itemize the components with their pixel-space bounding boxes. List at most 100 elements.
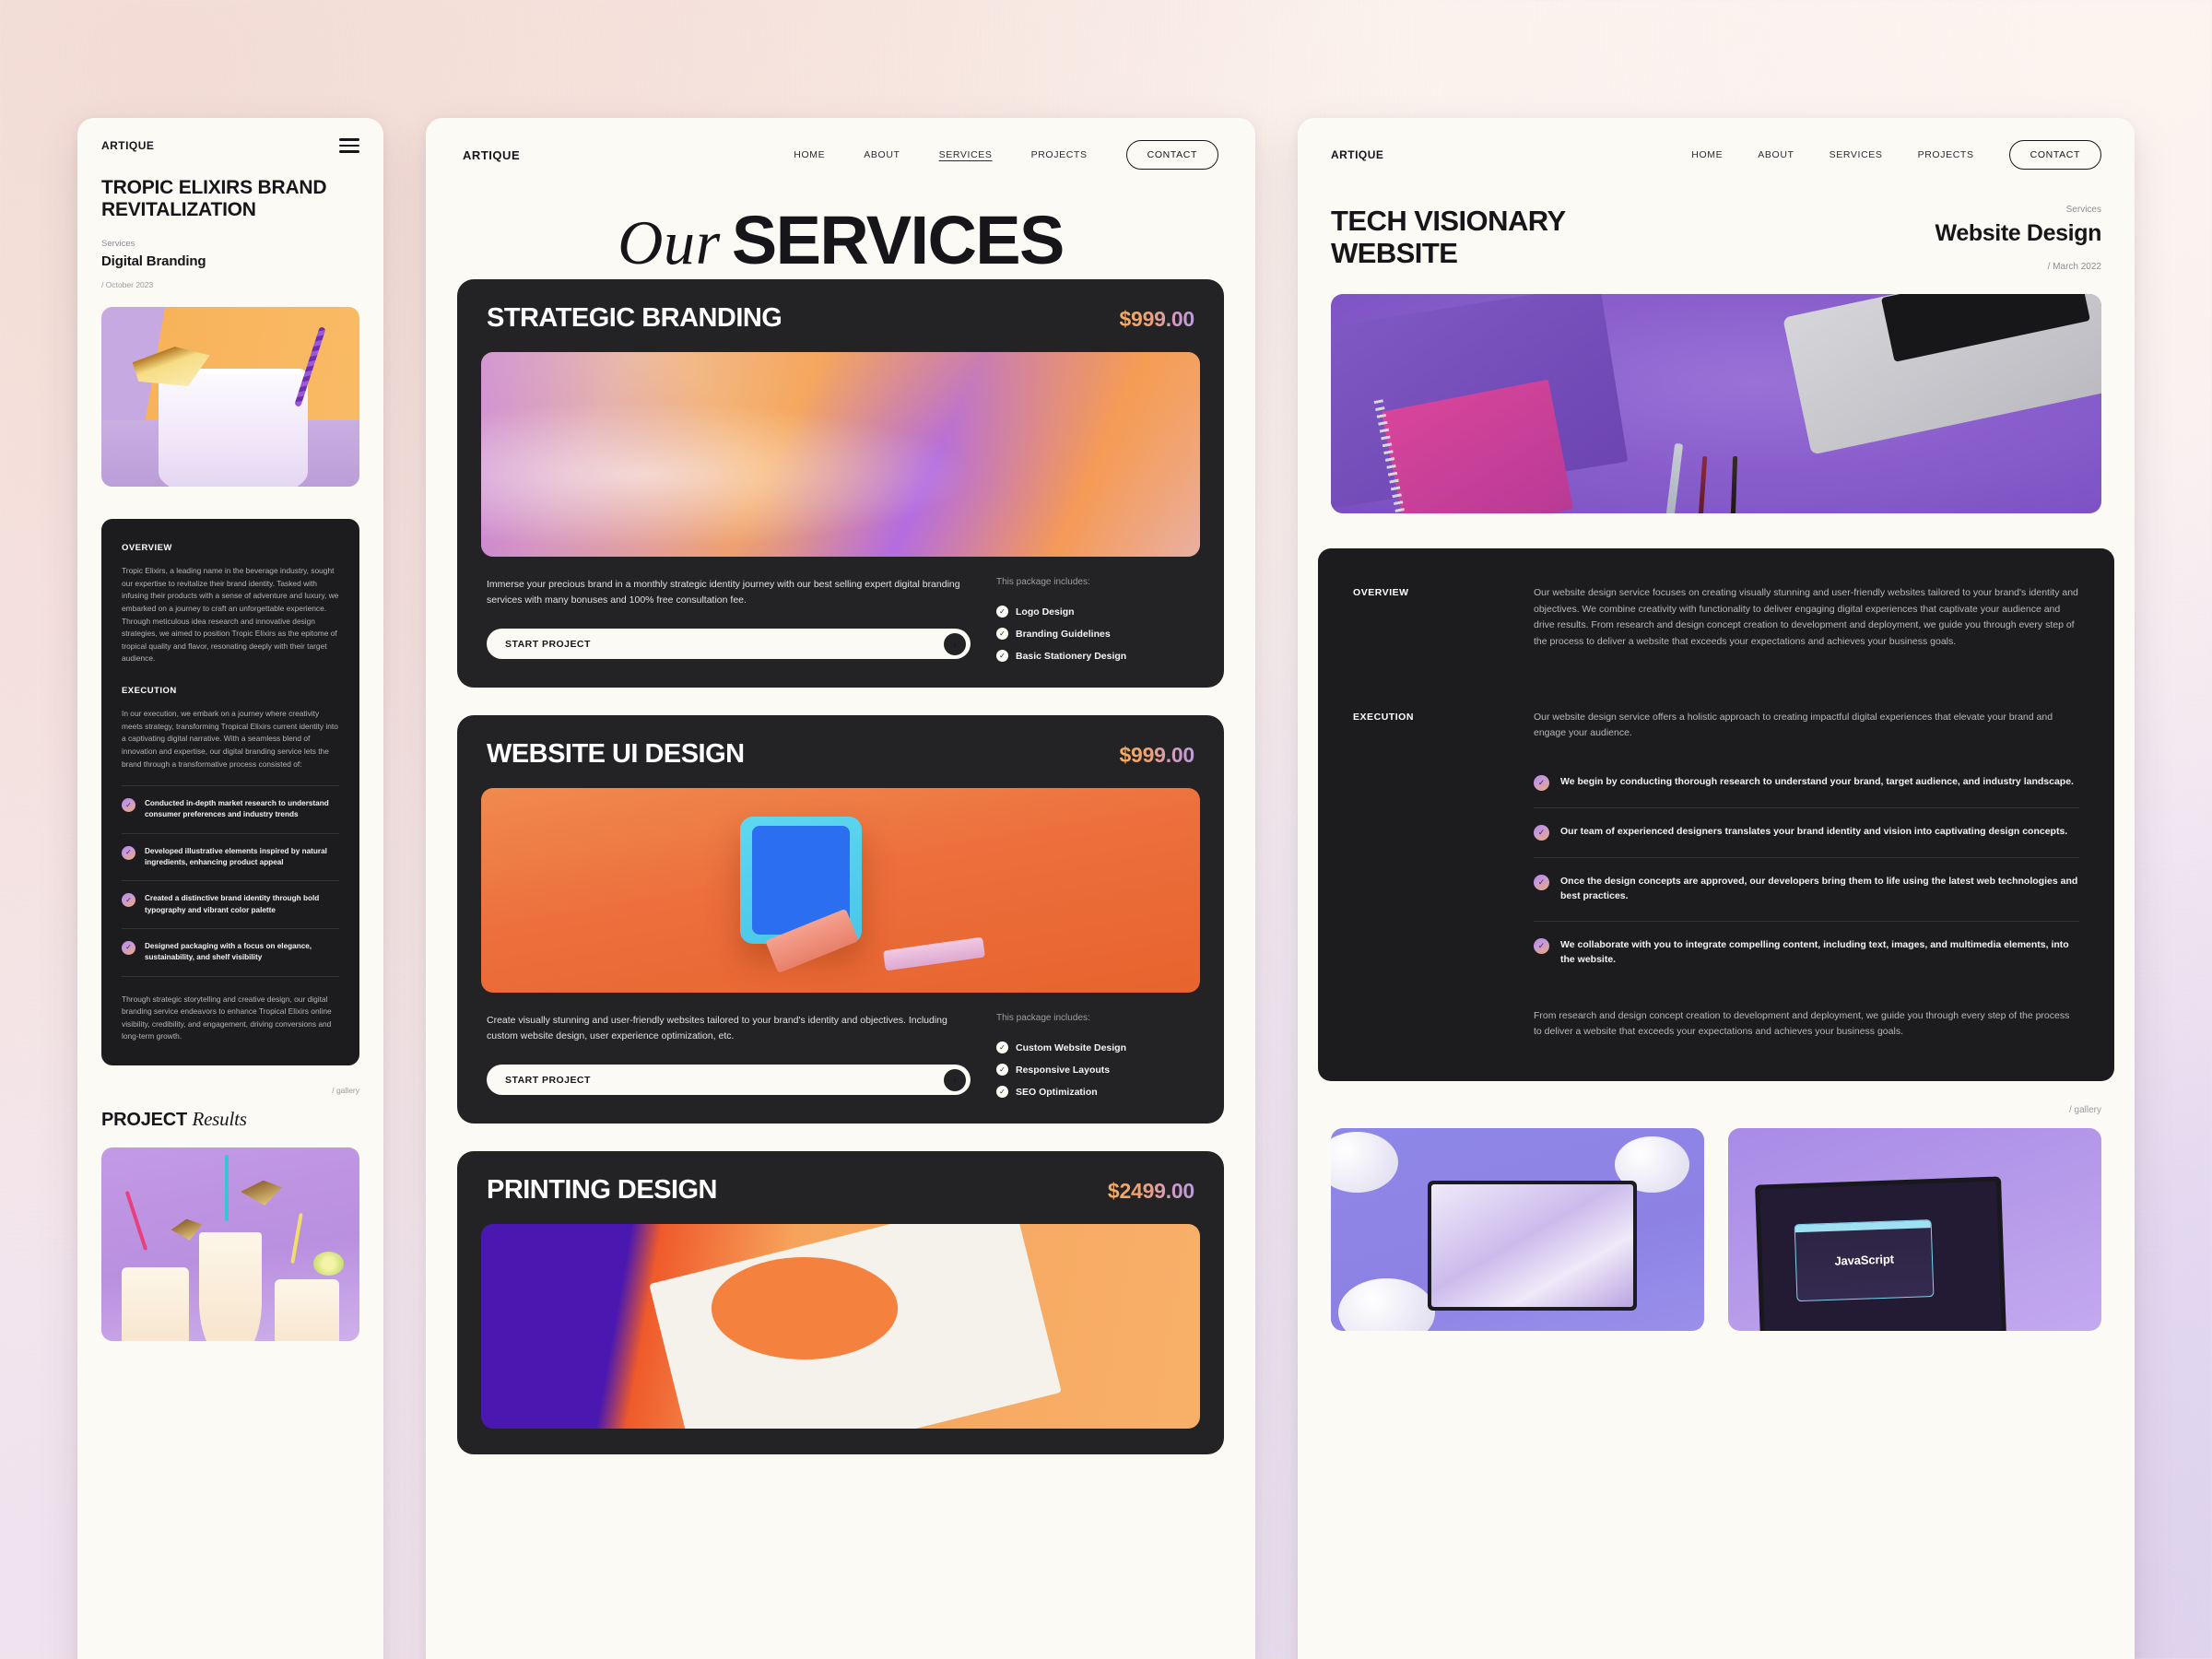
- closing-text: From research and design concept creatio…: [1534, 1009, 2070, 1038]
- list-item: ✓ Once the design concepts are approved,…: [1534, 856, 2079, 921]
- service-right-column: This package includes: ✓ Logo Design ✓ B…: [996, 577, 1194, 662]
- check-icon: ✓: [122, 940, 135, 955]
- execution-text: Our website design service offers a holi…: [1534, 711, 2053, 739]
- service-left-column: Immerse your precious brand in a monthly…: [487, 577, 971, 662]
- list-item: ✓ We begin by conducting thorough resear…: [1534, 770, 2079, 807]
- list-item: ✓ Basic Stationery Design: [996, 650, 1194, 662]
- list-item: ✓ We collaborate with you to integrate c…: [1534, 920, 2079, 984]
- list-item: ✓ Our team of experienced designers tran…: [1534, 806, 2079, 857]
- window-titlebar: [1795, 1219, 1932, 1232]
- check-icon: ✓: [996, 606, 1008, 618]
- check-icon: ✓: [996, 1086, 1008, 1098]
- project-date: / March 2022: [2047, 262, 2101, 272]
- hero-image-desk-setup: [1331, 294, 2101, 513]
- nav-link-services[interactable]: SERVICES: [939, 149, 993, 160]
- code-window: JavaScript: [1794, 1218, 1936, 1302]
- case-study-desktop-panel: ARTIQUE HOME ABOUT SERVICES PROJECTS CON…: [1298, 118, 2135, 1659]
- list-item-label: Designed packaging with a focus on elega…: [145, 941, 312, 962]
- brand-logo[interactable]: ARTIQUE: [463, 148, 520, 162]
- brand-logo[interactable]: ARTIQUE: [1331, 148, 1383, 161]
- list-item-label: Responsive Layouts: [1016, 1064, 1111, 1076]
- nav-link-home[interactable]: HOME: [794, 149, 825, 160]
- hero-straw-shape: [293, 325, 326, 407]
- code-screen: JavaScript: [1759, 1181, 2003, 1331]
- overview-row: OVERVIEW Our website design service focu…: [1353, 585, 2079, 651]
- nav-link-projects[interactable]: PROJECTS: [1031, 149, 1088, 160]
- service-name: WEBSITE UI DESIGN: [487, 739, 745, 769]
- check-icon: ✓: [1534, 824, 1549, 841]
- nav-link-services[interactable]: SERVICES: [1830, 149, 1883, 160]
- pineapple-wedge-1: [171, 1218, 203, 1241]
- list-item-label: Our team of experienced designers transl…: [1560, 825, 2068, 837]
- case-study-mobile-panel: ARTIQUE TROPIC ELIXIRS BRAND REVITALIZAT…: [77, 118, 383, 1659]
- service-card-strategic-branding: STRATEGIC BRANDING $999.00 Immerse your …: [457, 279, 1224, 688]
- project-results-heading: PROJECT Results: [101, 1108, 359, 1131]
- package-feature-list: ✓ Custom Website Design ✓ Responsive Lay…: [996, 1041, 1194, 1098]
- list-item-label: Once the design concepts are approved, o…: [1560, 875, 2078, 901]
- nav-link-about[interactable]: ABOUT: [1758, 149, 1794, 160]
- services-label: Services: [101, 239, 135, 250]
- check-icon: ✓: [122, 845, 135, 860]
- nav-link-home[interactable]: HOME: [1691, 149, 1723, 160]
- start-project-label: START PROJECT: [505, 1074, 591, 1086]
- straw-shape-1: [125, 1191, 148, 1252]
- nav-links: HOME ABOUT SERVICES PROJECTS CONTACT: [794, 140, 1218, 170]
- service-price: $999.00: [1119, 307, 1194, 331]
- list-item: ✓ Conducted in-depth market research to …: [122, 785, 339, 833]
- main-navbar: ARTIQUE HOME ABOUT SERVICES PROJECTS CON…: [426, 118, 1255, 170]
- nav-link-about[interactable]: ABOUT: [864, 149, 900, 160]
- list-item: ✓ Branding Guidelines: [996, 628, 1194, 640]
- list-item: ✓ Responsive Layouts: [996, 1064, 1194, 1076]
- service-right-column: This package includes: ✓ Custom Website …: [996, 1013, 1194, 1098]
- straw-shape-2: [225, 1155, 229, 1221]
- results-script-text: Results: [192, 1107, 247, 1130]
- contact-button[interactable]: CONTACT: [2008, 140, 2101, 170]
- service-name: PRINTING DESIGN: [487, 1175, 718, 1205]
- main-navbar: ARTIQUE HOME ABOUT SERVICES PROJECTS CON…: [1298, 118, 2135, 170]
- pencil-shape-1: [1698, 456, 1708, 513]
- list-item-label: Created a distinctive brand identity thr…: [145, 894, 320, 914]
- check-icon: ✓: [1534, 874, 1549, 890]
- service-image-printing: [481, 1224, 1200, 1429]
- execution-text: In our execution, we embark on a journey…: [122, 709, 338, 769]
- list-item-label: SEO Optimization: [1016, 1086, 1098, 1098]
- overview-label: OVERVIEW: [122, 543, 172, 554]
- page-title: TECH VISIONARY WEBSITE: [1331, 205, 1566, 270]
- service-card-header: WEBSITE UI DESIGN $999.00: [481, 739, 1200, 788]
- project-date: / October 2023: [101, 280, 154, 290]
- list-item-label: Conducted in-depth market research to un…: [145, 799, 329, 819]
- execution-checklist: ✓ Conducted in-depth market research to …: [122, 785, 339, 977]
- check-icon: ✓: [122, 798, 135, 813]
- overview-execution-card: OVERVIEW Tropic Elixirs, a leading name …: [101, 519, 359, 1065]
- contact-button[interactable]: CONTACT: [1125, 140, 1218, 170]
- service-price: $2499.00: [1107, 1179, 1194, 1203]
- execution-label: EXECUTION: [1353, 711, 1414, 723]
- list-item-label: We collaborate with you to integrate com…: [1560, 938, 2069, 965]
- list-item: ✓ Custom Website Design: [996, 1041, 1194, 1053]
- hero-script-word: Our: [618, 207, 721, 277]
- brand-logo[interactable]: ARTIQUE: [101, 139, 154, 152]
- check-icon: ✓: [996, 1041, 1008, 1053]
- check-icon: ✓: [996, 650, 1008, 662]
- hamburger-menu-icon[interactable]: [339, 138, 359, 153]
- gallery-tag: / gallery: [2068, 1104, 2101, 1115]
- list-item: ✓ SEO Optimization: [996, 1086, 1194, 1098]
- service-description: Create visually stunning and user-friend…: [487, 1015, 947, 1041]
- hero-glass-shape: [158, 368, 308, 488]
- pineapple-wedge-2: [241, 1180, 282, 1206]
- execution-label: EXECUTION: [122, 686, 177, 697]
- start-project-button[interactable]: START PROJECT ›: [487, 1065, 971, 1095]
- check-icon: ✓: [996, 1064, 1008, 1076]
- service-description: Immerse your precious brand in a monthly…: [487, 579, 960, 606]
- service-value: Website Design: [1935, 220, 2102, 246]
- nav-link-projects[interactable]: PROJECTS: [1918, 149, 1974, 160]
- glass-shape-2: [199, 1232, 262, 1341]
- laptop-screen: [1431, 1184, 1634, 1307]
- gallery-grid: JavaScript: [1331, 1127, 2101, 1331]
- check-icon: ✓: [1534, 937, 1549, 954]
- arrow-right-icon: ›: [944, 632, 966, 655]
- start-project-button[interactable]: START PROJECT ›: [487, 629, 971, 659]
- gallery-image-laptop-javascript: JavaScript: [1728, 1127, 2101, 1331]
- left-panel-intro: TROPIC ELIXIRS BRAND REVITALIZATION Serv…: [77, 177, 383, 289]
- list-item: ✓ Developed illustrative elements inspir…: [122, 832, 339, 881]
